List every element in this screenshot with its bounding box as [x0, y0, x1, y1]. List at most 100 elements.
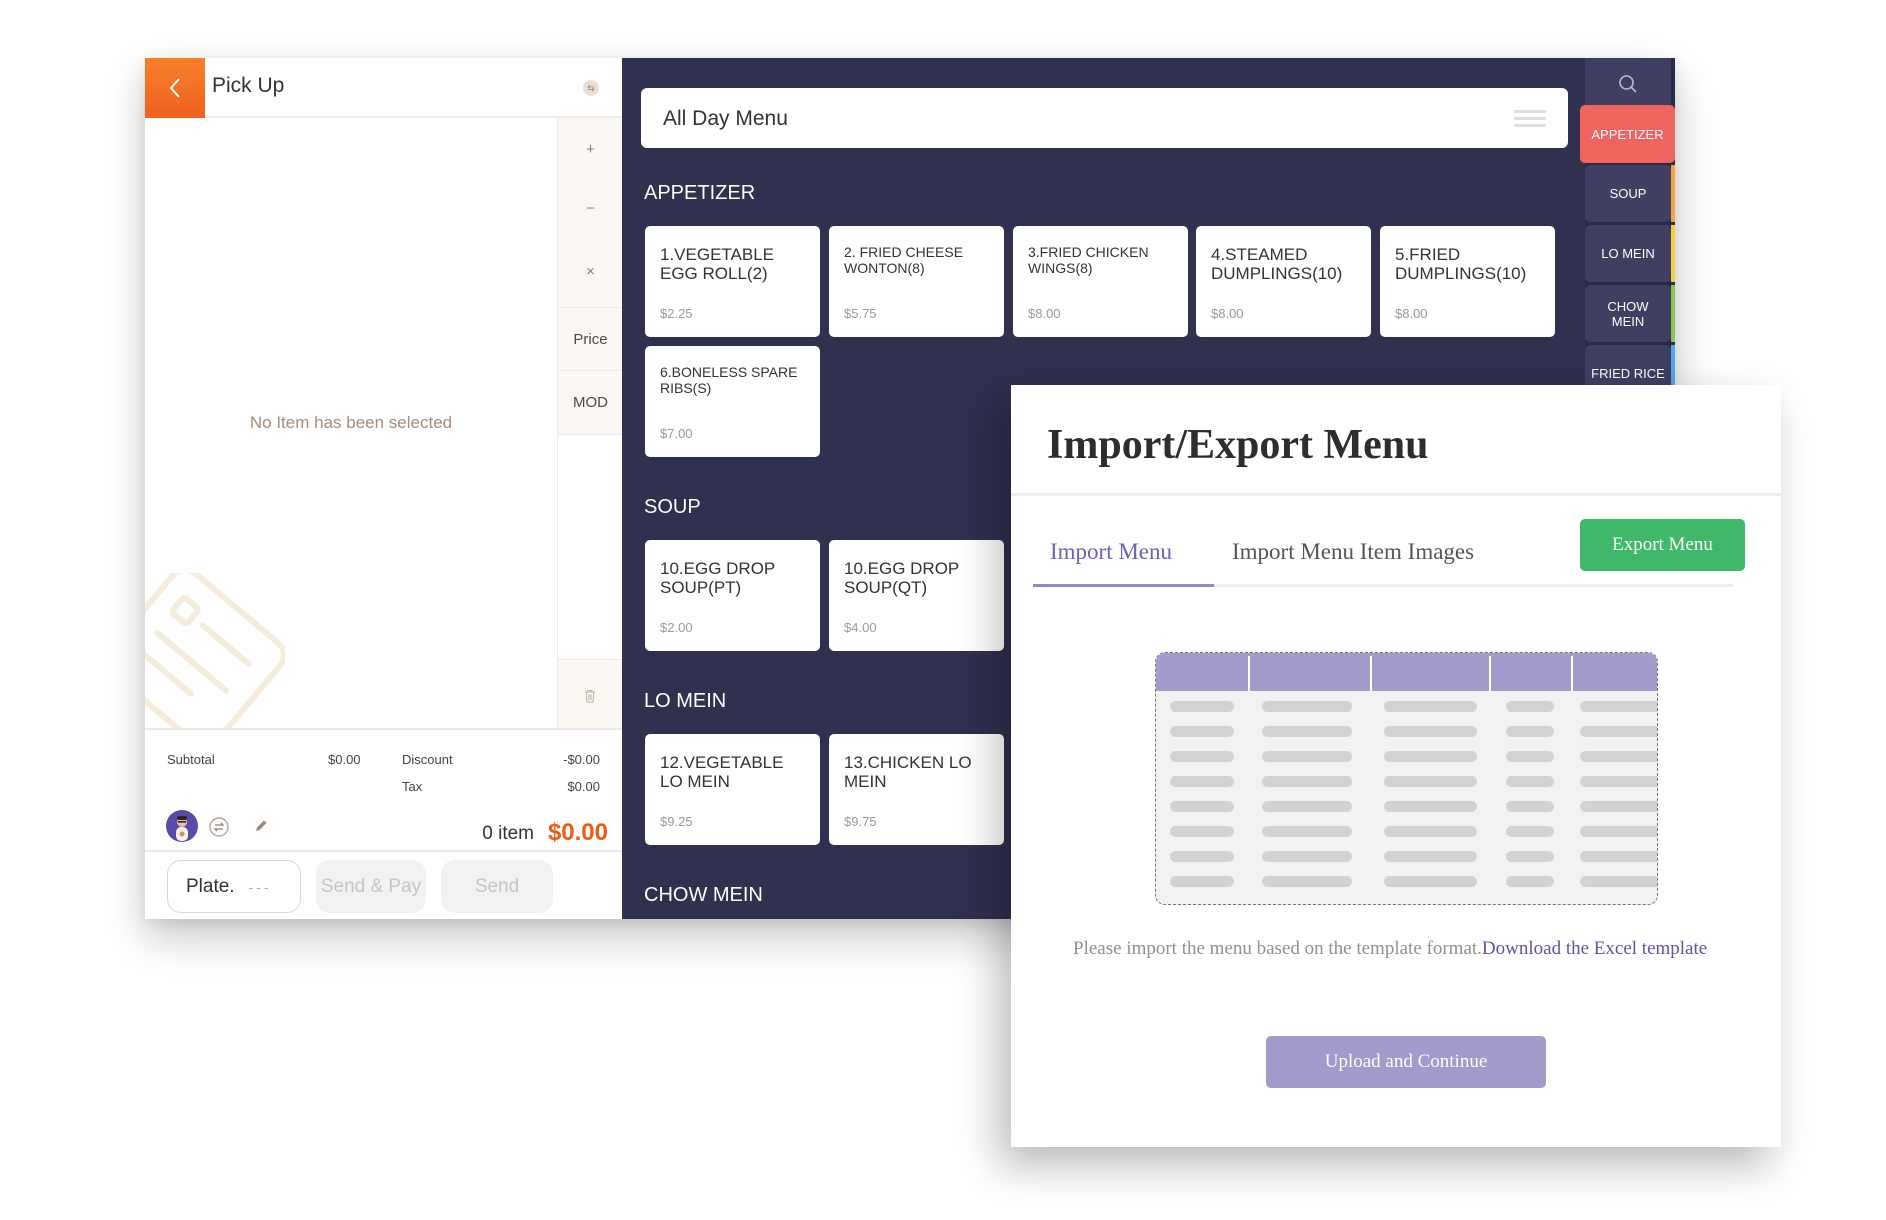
menu-item-card[interactable]: 13.CHICKEN LO MEIN $9.75	[829, 734, 1004, 845]
order-panel: Pick Up ⇆ No Item has been selected + − …	[145, 58, 623, 919]
plate-number-input[interactable]: Plate. ---	[167, 860, 301, 913]
menu-item-card[interactable]: 12.VEGETABLE LO MEIN $9.25	[645, 734, 820, 845]
category-title-appetizer: APPETIZER	[644, 182, 756, 204]
template-header-row	[1156, 653, 1657, 691]
back-button[interactable]	[145, 58, 205, 118]
search-button[interactable]	[1585, 58, 1671, 110]
template-cell-placeholder	[1580, 876, 1657, 887]
hamburger-menu-icon[interactable]	[1514, 110, 1546, 131]
template-cell-placeholder	[1262, 701, 1352, 712]
item-price: $4.00	[844, 620, 877, 635]
increase-quantity-button[interactable]: +	[558, 118, 623, 181]
template-cell-placeholder	[1262, 776, 1352, 787]
template-column-divider	[1489, 656, 1491, 691]
decrease-quantity-button[interactable]: −	[558, 181, 623, 236]
sidebar-category-lo-mein[interactable]: LO MEIN	[1585, 225, 1671, 282]
sidebar-category-chow-mein[interactable]: CHOW MEIN	[1585, 285, 1671, 342]
chow-mein-color-strip	[1671, 285, 1675, 342]
template-cell-placeholder	[1384, 751, 1477, 762]
plate-value: ---	[248, 878, 272, 895]
upload-and-continue-button[interactable]: Upload and Continue	[1266, 1036, 1546, 1088]
template-cell-placeholder	[1262, 851, 1352, 862]
menu-item-card[interactable]: 10.EGG DROP SOUP(PT) $2.00	[645, 540, 820, 651]
template-cell-placeholder	[1262, 801, 1352, 812]
mod-label: MOD	[573, 394, 608, 411]
template-cell-placeholder	[1506, 726, 1554, 737]
template-cell-placeholder	[1580, 826, 1657, 837]
template-cell-placeholder	[1580, 726, 1657, 737]
template-cell-placeholder	[1580, 751, 1657, 762]
template-cell-placeholder	[1170, 826, 1234, 837]
order-header: Pick Up ⇆	[145, 58, 622, 118]
item-name: 3.FRIED CHICKEN WINGS(8)	[1028, 244, 1149, 276]
tab-import-menu-item-images[interactable]: Import Menu Item Images	[1232, 539, 1474, 565]
item-price: $2.25	[660, 306, 693, 321]
sidebar-category-appetizer[interactable]: APPETIZER	[1580, 105, 1675, 163]
item-name: 10.EGG DROP SOUP(PT)	[660, 559, 775, 597]
order-footer: Plate. --- Send & Pay Send	[145, 850, 622, 919]
menu-item-card[interactable]: 5.FRIED DUMPLINGS(10) $8.00	[1380, 226, 1555, 337]
receipt-watermark-icon	[145, 573, 285, 728]
category-title-soup: SOUP	[644, 496, 701, 518]
empty-order-message: No Item has been selected	[249, 413, 453, 432]
switch-order-type-icon[interactable]: ⇆	[583, 80, 599, 96]
sidebar-category-soup[interactable]: SOUP	[1585, 165, 1671, 222]
menu-item-card[interactable]: 10.EGG DROP SOUP(QT) $4.00	[829, 540, 1004, 651]
item-price: $7.00	[660, 426, 693, 441]
discount-label: Discount	[402, 752, 453, 767]
remove-item-button[interactable]: ×	[558, 236, 623, 308]
template-cell-placeholder	[1580, 801, 1657, 812]
download-template-link[interactable]: Download the Excel template	[1482, 938, 1707, 959]
price-button[interactable]: Price	[558, 308, 623, 371]
template-cell-placeholder	[1384, 701, 1477, 712]
template-cell-placeholder	[1170, 751, 1234, 762]
order-action-column: + − × Price MOD · · ·	[557, 118, 623, 728]
menu-item-card[interactable]: 4.STEAMED DUMPLINGS(10) $8.00	[1196, 226, 1371, 337]
item-name: 6.BONELESS SPARE RIBS(S)	[660, 364, 798, 396]
item-name: 2. FRIED CHEESE WONTON(8)	[844, 244, 964, 276]
export-menu-button[interactable]: Export Menu	[1580, 519, 1745, 571]
tab-import-menu[interactable]: Import Menu	[1050, 539, 1172, 565]
search-icon	[1619, 75, 1637, 93]
template-cell-placeholder	[1170, 876, 1234, 887]
chevron-left-icon	[169, 78, 180, 98]
edit-pencil-icon[interactable]	[253, 818, 269, 834]
import-export-dialog: Import/Export Menu Import Menu Import Me…	[1011, 385, 1781, 1147]
template-cell-placeholder	[1170, 776, 1234, 787]
modifier-button[interactable]: MOD	[558, 371, 623, 435]
template-cell-placeholder	[1506, 801, 1554, 812]
template-cell-placeholder	[1384, 826, 1477, 837]
import-helper-text: Please import the menu based on the temp…	[1073, 938, 1707, 960]
template-cell-placeholder	[1506, 776, 1554, 787]
template-cell-placeholder	[1170, 851, 1234, 862]
template-cell-placeholder	[1580, 776, 1657, 787]
category-title-chow-mein: CHOW MEIN	[644, 884, 763, 906]
menu-item-card[interactable]: 2. FRIED CHEESE WONTON(8) $5.75	[829, 226, 1004, 337]
item-price: $2.00	[660, 620, 693, 635]
delete-order-button[interactable]	[557, 664, 622, 728]
send-and-pay-button[interactable]: Send & Pay	[316, 860, 426, 913]
item-price: $8.00	[1211, 306, 1244, 321]
transfer-icon[interactable]	[209, 817, 229, 837]
menu-item-card[interactable]: 1.VEGETABLE EGG ROLL(2) $2.25	[645, 226, 820, 337]
menu-item-card[interactable]: 3.FRIED CHICKEN WINGS(8) $8.00	[1013, 226, 1188, 337]
tax-value: $0.00	[567, 779, 600, 794]
item-name: 12.VEGETABLE LO MEIN	[660, 753, 784, 791]
item-name: 4.STEAMED DUMPLINGS(10)	[1211, 245, 1343, 283]
item-count: 0 item	[482, 823, 534, 844]
send-button[interactable]: Send	[441, 860, 553, 913]
template-cell-placeholder	[1506, 701, 1554, 712]
order-totals: Subtotal $0.00 Discount -$0.00 Tax $0.00	[145, 728, 622, 850]
lo-mein-color-strip	[1671, 225, 1675, 282]
item-name: 13.CHICKEN LO MEIN	[844, 753, 972, 791]
template-cell-placeholder	[1384, 876, 1477, 887]
menu-item-card[interactable]: 6.BONELESS SPARE RIBS(S) $7.00	[645, 346, 820, 457]
server-avatar[interactable]	[166, 810, 198, 842]
menu-selector[interactable]: All Day Menu	[641, 88, 1568, 148]
grand-total: $0.00	[547, 819, 608, 846]
price-label: Price	[573, 330, 608, 348]
template-cell-placeholder	[1506, 751, 1554, 762]
template-column-divider	[1248, 656, 1250, 691]
active-tab-indicator	[1033, 584, 1214, 587]
template-cell-placeholder	[1506, 826, 1554, 837]
